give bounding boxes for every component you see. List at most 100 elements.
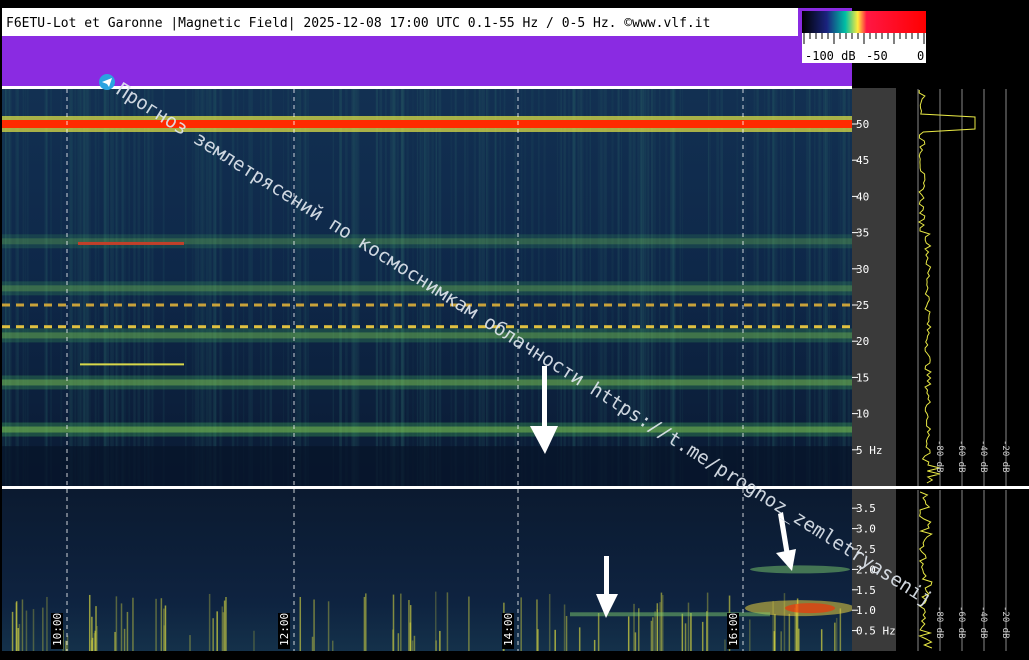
dashed-line-segment	[674, 325, 682, 329]
impulse-spike	[435, 640, 437, 651]
colorbar-label-max: 0	[917, 49, 924, 63]
dashed-line-segment	[534, 303, 542, 307]
dashed-line-segment	[16, 303, 24, 307]
dashed-line-segment	[702, 325, 710, 329]
dashed-line-segment	[590, 303, 598, 307]
impulse-spike	[311, 636, 314, 651]
impulse-spike	[681, 613, 684, 651]
impulse-spike	[18, 624, 21, 651]
power-line-50hz	[2, 120, 852, 128]
impulse-spike	[392, 594, 395, 651]
short-emission-line	[80, 363, 184, 366]
spectrogram-figure: F6ETU-Lot et Garonne |Magnetic Field| 20…	[0, 0, 1029, 656]
dashed-line-segment	[338, 325, 346, 329]
spectrum-db-label: -20 dB	[1000, 606, 1010, 639]
impulse-spike	[706, 592, 709, 651]
dashed-line-segment	[688, 325, 696, 329]
colorbar-label-min: -100 dB	[805, 49, 856, 63]
dashed-line-segment	[268, 303, 276, 307]
dashed-line-segment	[212, 325, 220, 329]
dashed-line-segment	[114, 325, 122, 329]
dashed-line-segment	[814, 303, 822, 307]
spectrum-db-label: -60 dB	[956, 606, 966, 639]
dashed-line-segment	[562, 303, 570, 307]
colorbar-gradient	[802, 11, 926, 33]
impulse-spike	[780, 631, 782, 651]
dashed-line-segment	[492, 303, 500, 307]
dashed-line-segment	[772, 303, 780, 307]
spectrum-db-label: -20 dB	[1000, 440, 1010, 473]
dashed-line-segment	[674, 303, 682, 307]
impulse-spike	[659, 602, 661, 651]
dashed-line-segment	[310, 303, 318, 307]
dashed-line-segment	[198, 303, 206, 307]
dashed-line-segment	[170, 325, 178, 329]
impulse-spike	[397, 633, 400, 651]
impulse-spike	[208, 593, 211, 651]
impulse-spike	[408, 600, 410, 651]
impulse-spike	[313, 599, 315, 651]
dashed-line-segment	[394, 325, 402, 329]
dashed-line-segment	[184, 303, 192, 307]
spectrum-db-label: -60 dB	[956, 440, 966, 473]
dashed-line-segment	[436, 325, 444, 329]
chart-title: F6ETU-Lot et Garonne |Magnetic Field| 20…	[6, 16, 710, 31]
dashed-line-segment	[590, 325, 598, 329]
dashed-line-segment	[632, 325, 640, 329]
x-tick-label: 16:00	[727, 613, 740, 646]
dashed-line-segment	[800, 303, 808, 307]
dashed-line-segment	[828, 325, 836, 329]
dashed-line-segment	[324, 325, 332, 329]
dashed-line-segment	[296, 303, 304, 307]
dashed-line-segment	[338, 303, 346, 307]
dashed-line-segment	[758, 303, 766, 307]
y-tick-label: 0.5 Hz	[856, 625, 896, 638]
dashed-line-segment	[86, 303, 94, 307]
dashed-line-segment	[450, 325, 458, 329]
impulse-spike	[798, 628, 800, 651]
impulse-spike	[650, 620, 653, 651]
resonance-band-core	[2, 379, 852, 386]
dashed-line-segment	[44, 325, 52, 329]
dashed-line-segment	[646, 303, 654, 307]
y-tick-label: 1.5	[856, 584, 876, 597]
dashed-line-segment	[72, 325, 80, 329]
colorbar-label-mid: -50	[866, 49, 888, 63]
impulse-spike	[88, 594, 91, 651]
dashed-line-segment	[170, 303, 178, 307]
y-tick-label: 10	[856, 408, 869, 421]
x-tick-label: 12:00	[278, 613, 291, 646]
impulse-spike	[724, 639, 726, 651]
dashed-line-segment	[394, 303, 402, 307]
dashed-line-segment	[198, 325, 206, 329]
impulse-spike	[662, 595, 664, 651]
dashed-line-segment	[618, 303, 626, 307]
dashed-line-segment	[604, 303, 612, 307]
dashed-line-segment	[352, 325, 360, 329]
impulse-spike	[627, 616, 630, 651]
dashed-line-segment	[534, 325, 542, 329]
impulse-spike	[652, 617, 654, 651]
impulse-spike	[773, 631, 776, 651]
impulse-spike	[839, 608, 842, 651]
impulse-spike	[654, 611, 656, 651]
impulse-spike	[656, 603, 659, 651]
y-tick-label: 3.0	[856, 523, 876, 536]
dashed-line-segment	[30, 303, 38, 307]
dashed-line-segment	[520, 325, 528, 329]
dashed-line-segment	[772, 325, 780, 329]
dashed-line-segment	[2, 303, 10, 307]
dashed-line-segment	[142, 325, 150, 329]
dashed-line-segment	[422, 325, 430, 329]
impulse-spike	[155, 598, 157, 651]
dashed-line-segment	[730, 325, 738, 329]
dashed-line-segment	[506, 303, 514, 307]
dashed-line-segment	[618, 325, 626, 329]
y-tick-label: 40	[856, 190, 869, 203]
impulse-spike	[126, 611, 129, 651]
dashed-line-segment	[226, 303, 234, 307]
dashed-line-segment	[58, 325, 66, 329]
dashed-line-segment	[604, 325, 612, 329]
emission-band	[750, 565, 850, 574]
dashed-line-segment	[408, 303, 416, 307]
